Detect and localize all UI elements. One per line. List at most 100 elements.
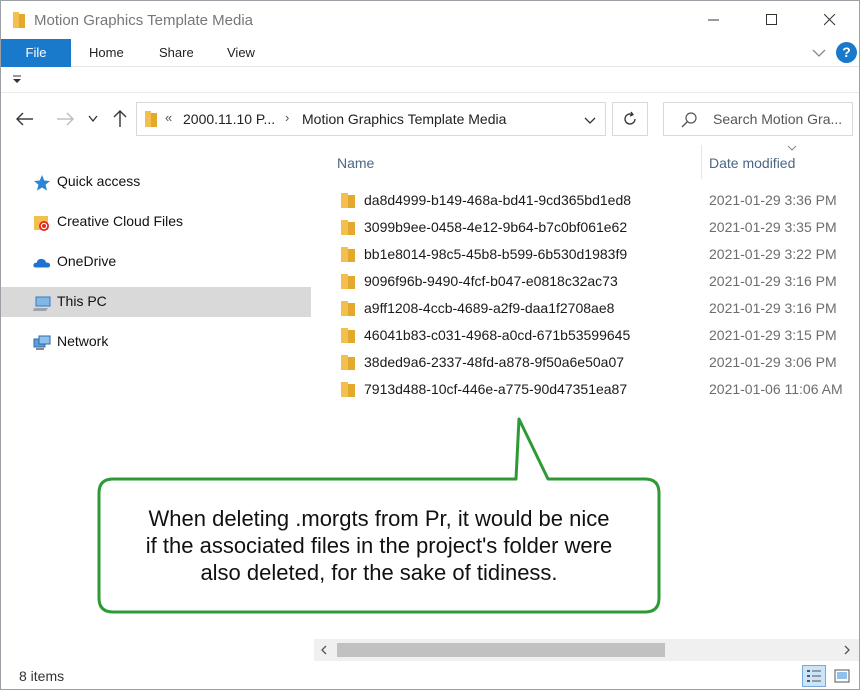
scroll-right-icon[interactable] bbox=[841, 644, 853, 656]
file-name: 9096f96b-9490-4fcf-b047-e0818c32ac73 bbox=[364, 273, 618, 289]
computer-icon bbox=[33, 296, 51, 311]
folder-icon bbox=[341, 382, 355, 397]
expand-ribbon-chevron-icon[interactable] bbox=[811, 45, 827, 61]
window-title: Motion Graphics Template Media bbox=[34, 12, 253, 29]
quick-access-toolbar bbox=[1, 67, 859, 93]
network-icon bbox=[33, 335, 51, 350]
address-bar[interactable]: « 2000.11.10 P... › Motion Graphics Temp… bbox=[136, 102, 606, 136]
sort-chevron-icon bbox=[787, 145, 797, 151]
creative-cloud-icon bbox=[34, 216, 49, 231]
sidebar-item-this-pc[interactable]: This PC bbox=[1, 287, 311, 317]
title-bar: Motion Graphics Template Media bbox=[1, 1, 859, 39]
breadcrumb-separator[interactable]: › bbox=[285, 110, 289, 125]
back-button[interactable] bbox=[13, 107, 37, 131]
callout-line: When deleting .morgts from Pr, it would … bbox=[148, 506, 610, 531]
file-row[interactable]: 46041b83-c031-4968-a0cd-671b53599645 2021… bbox=[314, 322, 859, 349]
file-row[interactable]: bb1e8014-98c5-45b8-b599-6b530d1983f9 2021… bbox=[314, 241, 859, 268]
large-icons-view-button[interactable] bbox=[830, 665, 854, 687]
file-name: 38ded9a6-2337-48fd-a878-9f50a6e50a07 bbox=[364, 354, 625, 370]
sidebar-item-quick-access[interactable]: Quick access bbox=[1, 167, 311, 197]
status-bar: 8 items bbox=[1, 661, 859, 689]
tab-file[interactable]: File bbox=[1, 39, 71, 67]
cloud-icon bbox=[33, 258, 51, 268]
file-row[interactable]: 38ded9a6-2337-48fd-a878-9f50a6e50a07 2021… bbox=[314, 349, 859, 376]
close-icon bbox=[824, 14, 836, 26]
folder-icon bbox=[341, 355, 355, 370]
close-button[interactable] bbox=[801, 1, 859, 39]
column-header-name[interactable]: Name bbox=[337, 155, 374, 171]
folder-icon bbox=[341, 193, 355, 208]
column-header-date-modified[interactable]: Date modified bbox=[709, 155, 795, 171]
sidebar-item-label: This PC bbox=[57, 293, 107, 309]
file-row[interactable]: a9ff1208-4ccb-4689-a2f9-daa1f2708ae8 2021… bbox=[314, 295, 859, 322]
customize-toolbar-icon[interactable] bbox=[12, 74, 22, 84]
file-date-modified: 2021-01-29 3:06 PM bbox=[709, 354, 837, 370]
callout-line: also deleted, for the sake of tidiness. bbox=[200, 560, 558, 585]
sidebar-item-onedrive[interactable]: OneDrive bbox=[1, 247, 311, 277]
breadcrumb-current[interactable]: Motion Graphics Template Media bbox=[302, 111, 506, 127]
details-view-icon bbox=[807, 670, 821, 682]
help-icon[interactable]: ? bbox=[836, 42, 857, 63]
refresh-button[interactable] bbox=[612, 102, 648, 136]
hidden-crumbs-indicator[interactable]: « bbox=[165, 110, 172, 125]
sidebar-item-creative-cloud-files[interactable]: Creative Cloud Files bbox=[1, 207, 311, 237]
file-row[interactable]: 7913d488-10cf-446e-a775-90d47351ea87 2021… bbox=[314, 376, 859, 403]
chevron-down-icon bbox=[88, 115, 98, 123]
folder-icon bbox=[341, 274, 355, 289]
file-row[interactable]: da8d4999-b149-468a-bd41-9cd365bd1ed8 2021… bbox=[314, 187, 859, 214]
tab-view[interactable]: View bbox=[227, 39, 255, 67]
callout-text: When deleting .morgts from Pr, it would … bbox=[109, 505, 649, 586]
file-name: bb1e8014-98c5-45b8-b599-6b530d1983f9 bbox=[364, 246, 628, 262]
search-box[interactable]: Search Motion Gra... bbox=[663, 102, 853, 136]
file-date-modified: 2021-01-29 3:36 PM bbox=[709, 192, 837, 208]
details-view-button[interactable] bbox=[802, 665, 826, 687]
sidebar-item-label: OneDrive bbox=[57, 253, 117, 269]
sidebar-item-label: Quick access bbox=[57, 173, 141, 189]
file-name: 3099b9ee-0458-4e12-9b64-b7c0bf061e62 bbox=[364, 219, 628, 235]
explorer-window: Motion Graphics Template Media File Home… bbox=[0, 0, 860, 690]
arrow-right-icon bbox=[57, 112, 74, 126]
scrollbar-thumb[interactable] bbox=[337, 643, 665, 657]
ribbon-tabs: File Home Share View ? bbox=[1, 39, 859, 67]
forward-button[interactable] bbox=[53, 107, 77, 131]
tab-share[interactable]: Share bbox=[159, 39, 194, 67]
item-count: 8 items bbox=[19, 668, 65, 684]
refresh-icon bbox=[624, 111, 636, 125]
folder-icon bbox=[13, 12, 25, 28]
folder-icon bbox=[341, 247, 355, 262]
sidebar-item-label: Creative Cloud Files bbox=[57, 213, 184, 229]
file-row[interactable]: 3099b9ee-0458-4e12-9b64-b7c0bf061e62 2021… bbox=[314, 214, 859, 241]
horizontal-scrollbar[interactable] bbox=[314, 639, 859, 661]
recent-locations-button[interactable] bbox=[83, 107, 103, 131]
folder-icon bbox=[145, 111, 157, 127]
folder-icon bbox=[341, 328, 355, 343]
up-button[interactable] bbox=[108, 107, 132, 131]
address-dropdown-chevron-icon[interactable] bbox=[581, 111, 599, 129]
scroll-left-icon[interactable] bbox=[318, 644, 330, 656]
file-name: 46041b83-c031-4968-a0cd-671b53599645 bbox=[364, 327, 631, 343]
file-row[interactable]: 9096f96b-9490-4fcf-b047-e0818c32ac73 2021… bbox=[314, 268, 859, 295]
search-placeholder: Search Motion Gra... bbox=[713, 111, 843, 127]
column-divider[interactable] bbox=[701, 145, 702, 179]
maximize-icon bbox=[766, 14, 777, 25]
large-icons-view-icon bbox=[834, 669, 850, 683]
search-icon bbox=[681, 112, 697, 128]
minimize-button[interactable] bbox=[685, 1, 743, 39]
sidebar-item-label: Network bbox=[57, 333, 109, 349]
tab-home[interactable]: Home bbox=[89, 39, 124, 67]
folder-icon bbox=[341, 220, 355, 235]
file-name: da8d4999-b149-468a-bd41-9cd365bd1ed8 bbox=[364, 192, 632, 208]
file-date-modified: 2021-01-29 3:16 PM bbox=[709, 300, 837, 316]
file-date-modified: 2021-01-29 3:22 PM bbox=[709, 246, 837, 262]
maximize-button[interactable] bbox=[743, 1, 801, 39]
folder-icon bbox=[341, 301, 355, 316]
star-icon bbox=[34, 175, 50, 191]
file-date-modified: 2021-01-29 3:16 PM bbox=[709, 273, 837, 289]
arrow-left-icon bbox=[16, 112, 33, 126]
callout-line: if the associated files in the project's… bbox=[145, 533, 613, 558]
file-name: 7913d488-10cf-446e-a775-90d47351ea87 bbox=[364, 381, 628, 397]
breadcrumb-parent[interactable]: 2000.11.10 P... bbox=[183, 111, 275, 127]
minimize-icon bbox=[708, 19, 719, 21]
sidebar-item-network[interactable]: Network bbox=[1, 327, 311, 357]
file-date-modified: 2021-01-06 11:06 AM bbox=[709, 381, 843, 397]
